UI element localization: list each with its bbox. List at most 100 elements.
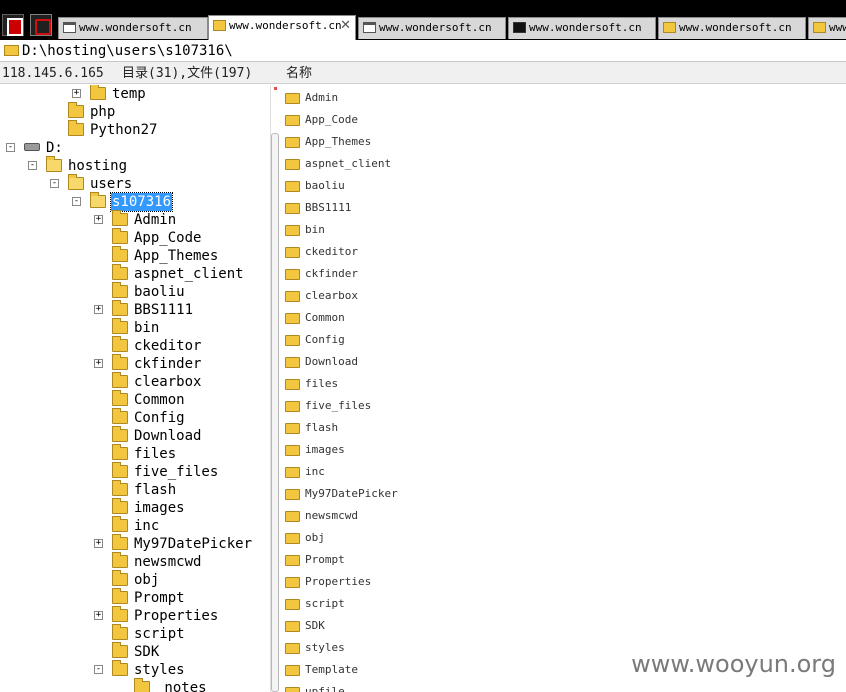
tree-node-bin[interactable]: bin bbox=[0, 318, 270, 337]
list-item-label: upfile bbox=[305, 685, 345, 692]
list-item[interactable]: newsmcwd bbox=[280, 505, 580, 527]
list-item[interactable]: obj bbox=[280, 527, 580, 549]
browser-tab[interactable]: www bbox=[808, 17, 846, 39]
tree-node-app-code[interactable]: App_Code bbox=[0, 228, 270, 247]
tree-scrollbar-thumb[interactable] bbox=[271, 133, 279, 692]
browser-tab[interactable]: www.wondersoft.cn bbox=[658, 17, 806, 39]
list-item[interactable]: Prompt bbox=[280, 549, 580, 571]
tree-node-admin[interactable]: + Admin bbox=[0, 210, 270, 229]
list-item-label: App_Code bbox=[305, 113, 358, 126]
expand-icon[interactable]: + bbox=[94, 611, 103, 620]
tree-node-php[interactable]: php bbox=[0, 102, 270, 121]
tree-node-files[interactable]: files bbox=[0, 444, 270, 463]
tree-node-clearbox[interactable]: clearbox bbox=[0, 372, 270, 391]
folder-icon bbox=[285, 181, 300, 192]
pane-splitter[interactable] bbox=[270, 85, 279, 692]
list-item[interactable]: Config bbox=[280, 329, 580, 351]
file-list: Admin App_Code App_Themes aspnet_client baol… bbox=[280, 85, 846, 692]
list-item[interactable]: SDK bbox=[280, 615, 580, 637]
tree-node-sdk[interactable]: SDK bbox=[0, 642, 270, 661]
list-item[interactable]: bin bbox=[280, 219, 580, 241]
list-item[interactable]: Common bbox=[280, 307, 580, 329]
list-item[interactable]: ckeditor bbox=[280, 241, 580, 263]
collapse-icon[interactable]: - bbox=[94, 665, 103, 674]
tree-node-script[interactable]: script bbox=[0, 624, 270, 643]
tree-node-config[interactable]: Config bbox=[0, 408, 270, 427]
tree-node-label: script bbox=[134, 626, 185, 642]
address-bar[interactable]: D:\hosting\users\s107316\ bbox=[0, 40, 846, 62]
folder-icon bbox=[112, 498, 128, 514]
stop-icon[interactable] bbox=[30, 14, 52, 36]
column-header-name[interactable]: 名称 bbox=[286, 62, 312, 86]
tree-node-inc[interactable]: inc bbox=[0, 516, 270, 535]
collapse-icon[interactable]: - bbox=[6, 143, 15, 152]
browser-tab[interactable]: www.wondersoft.cn bbox=[358, 17, 506, 39]
tree-node-my97datepicker[interactable]: + My97DatePicker bbox=[0, 534, 270, 553]
list-item[interactable]: ckfinder bbox=[280, 263, 580, 285]
tree-node-prompt[interactable]: Prompt bbox=[0, 588, 270, 607]
list-item[interactable]: Download bbox=[280, 351, 580, 373]
tree-node-obj[interactable]: obj bbox=[0, 570, 270, 589]
tree-node-images[interactable]: images bbox=[0, 498, 270, 517]
list-item[interactable]: files bbox=[280, 373, 580, 395]
list-item[interactable]: App_Themes bbox=[280, 131, 580, 153]
expand-icon[interactable]: + bbox=[72, 89, 81, 98]
tree-node-styles[interactable]: - styles bbox=[0, 660, 270, 679]
tree-node-flash[interactable]: flash bbox=[0, 480, 270, 499]
tree-node-properties[interactable]: + Properties bbox=[0, 606, 270, 625]
list-item[interactable]: aspnet_client bbox=[280, 153, 580, 175]
tree-node-baoliu[interactable]: baoliu bbox=[0, 282, 270, 301]
tree-node-download[interactable]: Download bbox=[0, 426, 270, 445]
app-menu-button[interactable] bbox=[2, 14, 24, 36]
tree-node-temp[interactable]: + temp bbox=[0, 85, 270, 103]
tree-node-python27[interactable]: Python27 bbox=[0, 120, 270, 139]
collapse-icon[interactable]: - bbox=[28, 161, 37, 170]
tree-node-newsmcwd[interactable]: newsmcwd bbox=[0, 552, 270, 571]
tree-node-label: temp bbox=[112, 86, 146, 102]
list-item[interactable]: Template bbox=[280, 659, 580, 681]
list-item[interactable]: App_Code bbox=[280, 109, 580, 131]
tree-node-app-themes[interactable]: App_Themes bbox=[0, 246, 270, 265]
expand-icon[interactable]: + bbox=[94, 215, 103, 224]
tree-node-s107316[interactable]: - s107316 bbox=[0, 192, 270, 212]
folder-icon bbox=[90, 85, 106, 100]
list-item[interactable]: baoliu bbox=[280, 175, 580, 197]
browser-tab[interactable]: www.wondersoft.cn ✕ bbox=[208, 15, 356, 40]
tree-node-notes[interactable]: _notes bbox=[0, 678, 270, 692]
expand-icon[interactable]: + bbox=[94, 539, 103, 548]
list-item[interactable]: clearbox bbox=[280, 285, 580, 307]
address-path[interactable]: D:\hosting\users\s107316\ bbox=[22, 43, 233, 59]
tree-node-d[interactable]: - D: bbox=[0, 139, 270, 157]
list-item[interactable]: Properties bbox=[280, 571, 580, 593]
list-item[interactable]: Admin bbox=[280, 87, 580, 109]
list-item[interactable]: styles bbox=[280, 637, 580, 659]
tree-node-common[interactable]: Common bbox=[0, 390, 270, 409]
tree-node-label: App_Themes bbox=[134, 248, 219, 264]
list-item[interactable]: inc bbox=[280, 461, 580, 483]
tree-node-aspnet-client[interactable]: aspnet_client bbox=[0, 264, 270, 283]
collapse-icon[interactable]: - bbox=[72, 197, 81, 206]
tree-node-five-files[interactable]: five_files bbox=[0, 462, 270, 481]
tree-node-users[interactable]: - users bbox=[0, 174, 270, 193]
list-item[interactable]: script bbox=[280, 593, 580, 615]
tree-node-label: images bbox=[134, 500, 185, 516]
list-item[interactable]: BBS1111 bbox=[280, 197, 580, 219]
list-item[interactable]: images bbox=[280, 439, 580, 461]
tree-node-ckfinder[interactable]: + ckfinder bbox=[0, 354, 270, 373]
expand-icon[interactable]: + bbox=[94, 359, 103, 368]
list-item[interactable]: upfile bbox=[280, 681, 580, 692]
tree-node-ckeditor[interactable]: ckeditor bbox=[0, 336, 270, 355]
folder-icon bbox=[112, 228, 128, 244]
tree-node-label: users bbox=[90, 176, 133, 192]
folder-icon bbox=[285, 687, 300, 692]
browser-tab[interactable]: www.wondersoft.cn bbox=[58, 17, 208, 39]
tree-node-hosting[interactable]: - hosting bbox=[0, 156, 270, 175]
expand-icon[interactable]: + bbox=[94, 305, 103, 314]
list-item[interactable]: flash bbox=[280, 417, 580, 439]
tree-node-bbs1111[interactable]: + BBS1111 bbox=[0, 300, 270, 319]
list-item[interactable]: five_files bbox=[280, 395, 580, 417]
collapse-icon[interactable]: - bbox=[50, 179, 59, 188]
browser-tab[interactable]: www.wondersoft.cn bbox=[508, 17, 656, 39]
close-icon[interactable]: ✕ bbox=[340, 16, 351, 36]
list-item[interactable]: My97DatePicker bbox=[280, 483, 580, 505]
